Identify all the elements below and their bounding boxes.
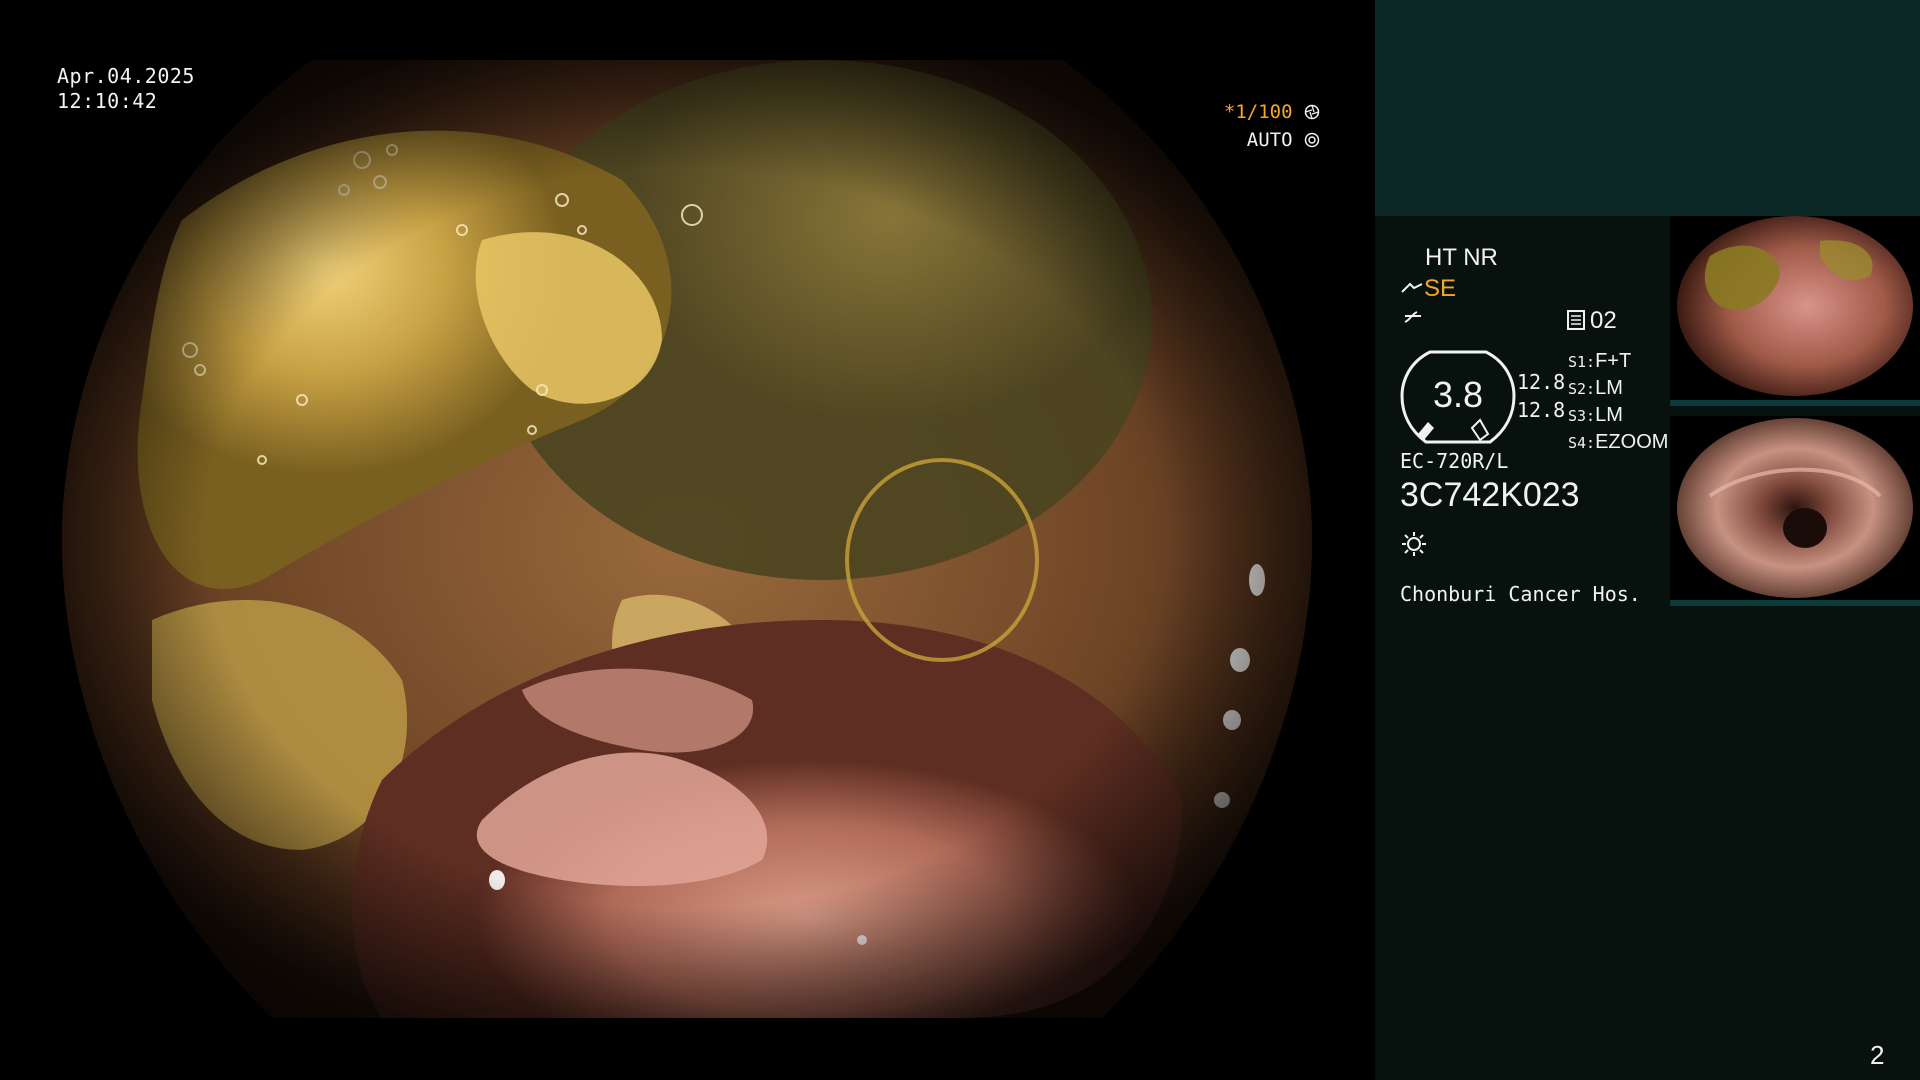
iris-icon — [1304, 132, 1320, 148]
enhance-row — [1402, 306, 1424, 332]
shutter-icon — [1304, 104, 1320, 120]
iris-mode-text: AUTO — [1246, 129, 1293, 151]
scope-model: EC-720R/L — [1400, 449, 1509, 473]
time-text: 12:10:42 — [57, 89, 158, 113]
switch-s3: S3:LM — [1568, 402, 1668, 429]
light-icon — [1402, 532, 1426, 556]
enhance-icon — [1404, 311, 1421, 323]
endoscopic-view — [62, 60, 1312, 1018]
switch-s2: S2:LM — [1568, 375, 1668, 402]
thumbnail-2-bar — [1670, 600, 1920, 606]
panel-header-area — [1375, 0, 1920, 216]
switch-value: EZOOM — [1595, 431, 1669, 453]
se-label: SE — [1424, 275, 1457, 302]
thumbnail-1-bar — [1670, 400, 1920, 406]
shutter-text: *1/100 — [1223, 101, 1293, 123]
switch-s1: S1:F+T — [1568, 348, 1668, 375]
thumbnail-1-image — [1677, 216, 1913, 396]
zoom-detail-2: 12.8 — [1517, 398, 1566, 422]
switch-key: S3: — [1568, 407, 1596, 425]
scope-image — [62, 60, 1312, 1018]
thumbnail-2[interactable] — [1670, 416, 1920, 606]
thumbnail-2-image — [1677, 418, 1913, 598]
zoom-detail-1: 12.8 — [1517, 370, 1566, 394]
switch-value: F+T — [1595, 350, 1632, 372]
zoom-value: 3.8 — [1432, 374, 1484, 415]
switch-s4: S4:EZOOM — [1568, 429, 1668, 456]
date-text: Apr.04.2025 — [57, 64, 195, 88]
ht-nr-label: HT NR — [1425, 244, 1498, 271]
switch-value: LM — [1595, 404, 1623, 426]
iris-row: AUTO — [1200, 126, 1320, 154]
page-number: 2 — [1870, 1040, 1885, 1070]
record-icon — [1567, 310, 1585, 330]
shutter-row: *1/100 — [1200, 98, 1320, 126]
se-row: SE — [1400, 274, 1456, 303]
endoscope-image-area: Apr.04.2025 12:10:42 *1/100 AUTO — [0, 0, 1375, 1080]
record-row: 02 — [1566, 306, 1617, 335]
switch-value: LM — [1595, 377, 1623, 399]
switch-list: S1:F+T S2:LM S3:LM S4:EZOOM — [1568, 348, 1668, 456]
switch-key: S1: — [1568, 353, 1596, 371]
hospital-name: Chonburi Cancer Hos. — [1400, 582, 1641, 606]
date-time: Apr.04.2025 12:10:42 — [57, 64, 195, 114]
switch-key: S4: — [1568, 434, 1596, 452]
record-count: 02 — [1590, 307, 1617, 334]
thumbnail-1[interactable] — [1670, 216, 1920, 406]
exposure-status: *1/100 AUTO — [1200, 98, 1320, 154]
scope-angle-icon — [1401, 282, 1423, 293]
switch-key: S2: — [1568, 380, 1596, 398]
scope-serial: 3C742K023 — [1400, 476, 1580, 514]
